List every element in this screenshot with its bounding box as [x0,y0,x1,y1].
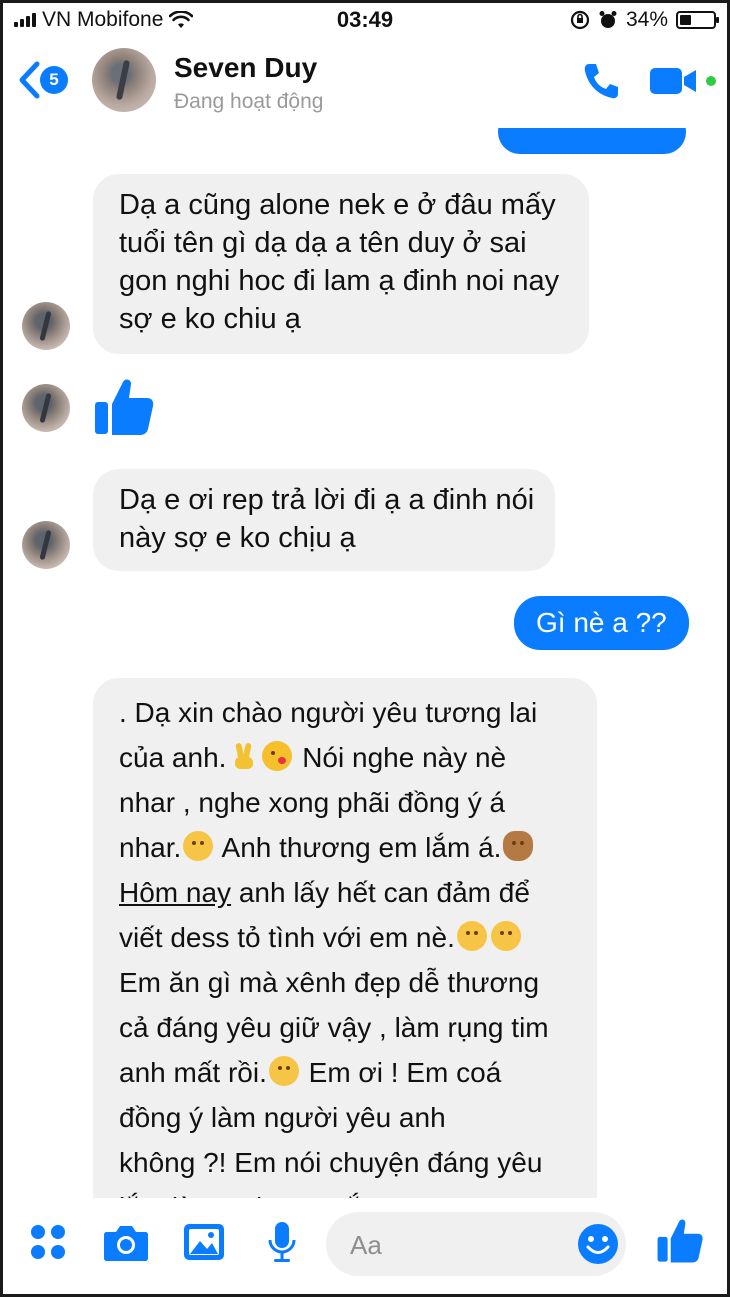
smiling-face-icon [268,1056,299,1086]
microphone-icon [268,1222,296,1262]
alarm-icon [599,11,617,28]
message-line: lắm làm anh say nắng , say mưa [119,1185,571,1198]
rotation-lock-icon [570,10,590,30]
message-incoming[interactable]: Dạ e ơi rep trả lời đi ạ a đinh nói này … [93,469,555,571]
emoji-icon[interactable] [576,1222,620,1266]
message-line: không ?! Em nói chuyện đáng yêu [119,1147,543,1178]
contact-name[interactable]: Seven Duy [174,52,317,84]
contact-avatar[interactable] [92,48,156,112]
message-line: sợ e ko chiu ạ [119,303,301,335]
chevron-left-icon [19,61,40,99]
status-bar: VN Mobifone 03:49 34% [0,0,730,38]
message-line: Em ơi ! Em coá [300,1057,502,1088]
message-line: Dạ a cũng alone nek e ở đâu mấy [119,189,556,221]
message-line: tuổi tên gì dạ dạ a tên duy ở sai [119,227,527,259]
see-no-evil-monkey-icon [503,831,534,861]
message-line: này sợ e ko chịu ạ [119,522,356,554]
battery-percent: 34% [625,8,668,31]
message-incoming-long[interactable]: . Dạ xin chào người yêu tương lai của an… [93,678,597,1198]
smiling-face-icon [490,921,521,951]
face-blowing-kiss-icon [262,741,293,771]
sender-avatar[interactable] [22,521,70,569]
battery-icon [676,11,719,29]
sender-avatar[interactable] [22,302,70,350]
message-line: đồng ý làm người yêu anh [119,1102,446,1133]
message-input-container[interactable] [326,1212,626,1276]
message-line: anh lấy hết can đảm để [231,877,530,908]
message-line: Anh thương em lắm á. [215,832,502,863]
message-line: . Dạ xin chào người yêu tương lai [119,697,538,728]
composer-bar [0,1198,730,1297]
message-line: anh mất rồi. [119,1057,267,1088]
smiling-face-icon [183,831,214,861]
message-line: nhar. [119,832,182,863]
message-line: Em ăn gì mà xênh đẹp dễ thương [119,967,540,998]
message-incoming[interactable]: Dạ a cũng alone nek e ở đâu mấy tuổi tên… [93,174,589,354]
message-text: Gì nè a ?? [536,607,667,638]
smiling-face-icon [456,921,487,951]
message-line: nhar , nghe xong phãi đồng ý á [119,787,506,818]
four-dots-icon [31,1225,65,1259]
message-outgoing[interactable]: Gì nè a ?? [514,596,689,650]
phone-call-icon[interactable] [580,60,622,102]
camera-icon [104,1226,148,1261]
unread-badge: 5 [40,66,68,94]
like-button[interactable] [652,1212,708,1268]
voice-button[interactable] [256,1216,308,1268]
message-line: cả đáng yêu giữ vậy , làm rụng tim [119,1012,549,1043]
message-line: viết dess tỏ tình với em nè. [119,922,455,953]
message-list[interactable]: Dạ a cũng alone nek e ở đâu mấy tuổi tên… [0,128,730,1198]
camera-button[interactable] [100,1216,152,1268]
message-line: Nói nghe này nè [294,742,507,773]
more-actions-button[interactable] [22,1216,74,1268]
conversation-header: 5 Seven Duy Đang hoạt động [0,38,730,128]
online-indicator [706,76,716,86]
victory-hand-icon [228,741,258,771]
back-button[interactable]: 5 [16,60,68,100]
message-line: Dạ e ơi rep trả lời đi ạ a đinh nói [119,484,535,516]
message-outgoing-partial[interactable] [498,128,686,154]
image-icon [184,1224,224,1260]
thumbs-up-icon[interactable] [93,374,155,438]
sender-avatar[interactable] [22,384,70,432]
contact-status: Đang hoạt động [174,90,324,113]
video-call-icon[interactable] [648,63,700,99]
message-line: gon nghi hoc đi lam ạ đinh noi nay [119,265,560,297]
thumbs-up-icon [657,1219,703,1263]
message-input[interactable] [348,1222,552,1268]
message-link[interactable]: Hôm nay [119,877,231,908]
message-line: của anh. [119,742,227,773]
gallery-button[interactable] [178,1216,230,1268]
